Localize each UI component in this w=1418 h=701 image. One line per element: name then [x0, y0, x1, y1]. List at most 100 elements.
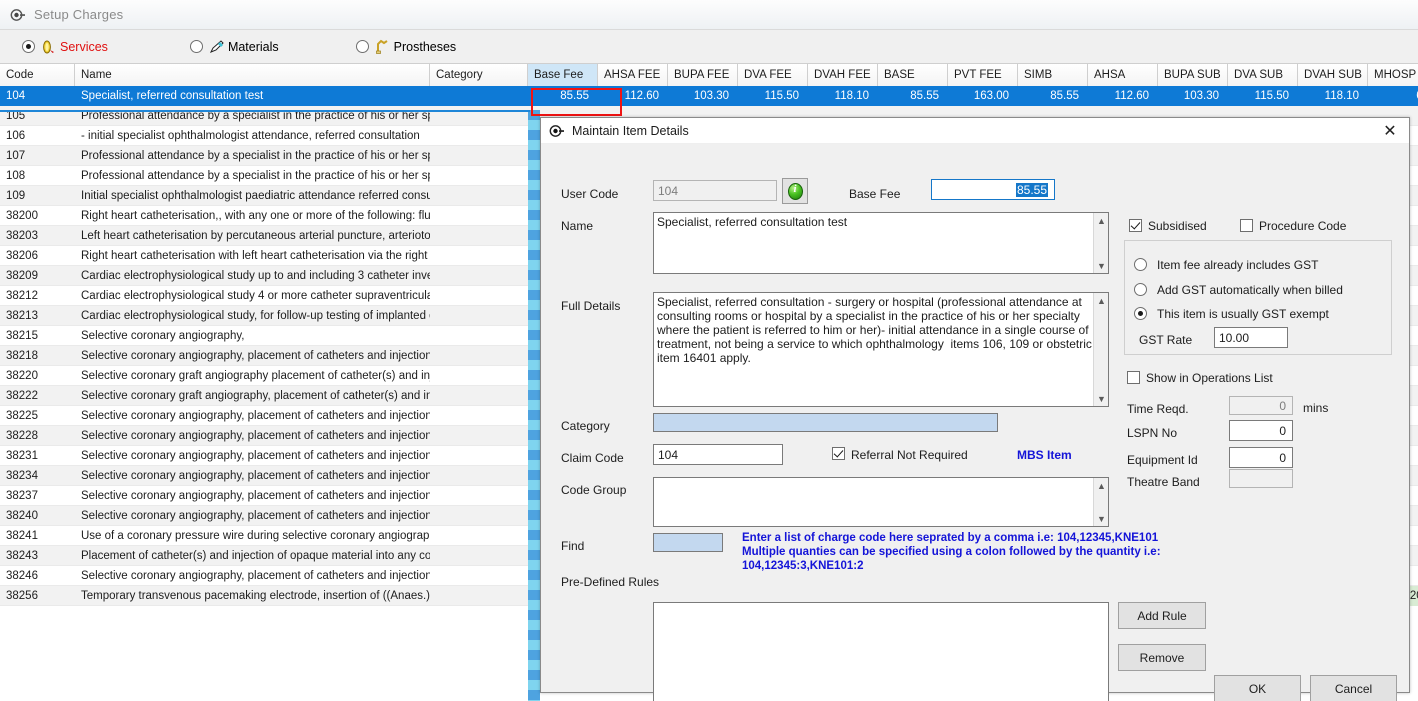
cell-ahsa-fee: 112.60	[624, 90, 659, 102]
scroll-up-icon[interactable]: ▲	[1094, 478, 1108, 493]
table-row[interactable]: 104 Specialist, referred consultation tes…	[0, 86, 1418, 106]
radio-services-label: Services	[60, 39, 108, 54]
scroll-up-icon[interactable]: ▲	[1094, 293, 1108, 308]
claim-code-input[interactable]: 104	[653, 444, 783, 465]
info-button[interactable]	[782, 178, 808, 204]
grid-header-category[interactable]: Category	[430, 64, 528, 86]
radio-materials[interactable]: Materials	[189, 30, 279, 63]
subsidised-checkbox[interactable]	[1129, 219, 1142, 232]
grid-header-dva-sub[interactable]: DVA SUB	[1228, 64, 1298, 86]
cancel-button[interactable]: Cancel	[1310, 675, 1397, 701]
full-details-textarea[interactable]: Specialist, referred consultation - surg…	[653, 292, 1109, 407]
name-textarea[interactable]: Specialist, referred consultation test ▲…	[653, 212, 1109, 274]
gst-rate-label: GST Rate	[1139, 333, 1193, 347]
name-scrollbar[interactable]: ▲ ▼	[1093, 213, 1108, 273]
gst-option-add-radio[interactable]	[1134, 283, 1147, 296]
show-in-operations-list-checkbox[interactable]	[1127, 371, 1140, 384]
radio-prostheses[interactable]: Prostheses	[355, 30, 457, 63]
time-reqd-input[interactable]: 0	[1229, 396, 1293, 415]
cell-category	[430, 306, 528, 326]
find-label: Find	[561, 539, 585, 553]
cell-name: Selective coronary angiography, placemen…	[81, 490, 430, 502]
code-group-scrollbar[interactable]: ▲ ▼	[1093, 478, 1108, 526]
radio-materials-control[interactable]	[189, 40, 203, 53]
radio-services[interactable]: Services	[22, 30, 108, 63]
cell-category	[430, 566, 528, 586]
grid-header-ahsa-fee[interactable]: AHSA FEE	[598, 64, 668, 86]
cell-name: Selective coronary graft angiography, pl…	[81, 390, 430, 402]
equipment-id-input[interactable]: 0	[1229, 447, 1293, 468]
cell-category	[430, 386, 528, 406]
gst-rate-input[interactable]: 10.00	[1214, 327, 1288, 348]
category-input[interactable]	[653, 413, 998, 432]
cell-base: 85.55	[910, 90, 939, 102]
grid-header-ahsa[interactable]: AHSA	[1088, 64, 1158, 86]
cell-dva-fee: 115.50	[764, 90, 799, 102]
cell-code: 38228	[6, 430, 38, 442]
equipment-id-label: Equipment Id	[1127, 453, 1198, 467]
radio-prostheses-control[interactable]	[355, 40, 369, 53]
cell-name: Selective coronary angiography, placemen…	[81, 430, 430, 442]
user-code-input[interactable]: 104	[653, 180, 777, 201]
radio-prostheses-label: Prostheses	[393, 39, 457, 54]
gst-option-add-label: Add GST automatically when billed	[1157, 283, 1343, 297]
cell-dvah-fee: 118.10	[834, 90, 869, 102]
referral-not-required-checkbox[interactable]	[832, 447, 845, 460]
cell-code: 38237	[6, 490, 38, 502]
scroll-down-icon[interactable]: ▼	[1094, 258, 1108, 273]
cell-category	[430, 526, 528, 546]
radio-materials-label: Materials	[227, 39, 279, 54]
coins-icon	[39, 39, 59, 55]
procedure-code-checkbox[interactable]	[1240, 219, 1253, 232]
grid-header-dvah-fee[interactable]: DVAH FEE	[808, 64, 878, 86]
grid-header-pvt-fee[interactable]: PVT FEE	[948, 64, 1018, 86]
gst-option-includes-radio[interactable]	[1134, 258, 1147, 271]
lspn-no-label: LSPN No	[1127, 426, 1178, 440]
setup-charges-window: Setup Charges Services Materials Prosthe…	[0, 0, 1418, 701]
scroll-down-icon[interactable]: ▼	[1094, 511, 1108, 526]
cell-code: 108	[6, 170, 26, 182]
cell-category	[430, 466, 528, 486]
ok-button[interactable]: OK	[1214, 675, 1301, 701]
time-reqd-unit: mins	[1303, 401, 1329, 415]
cell-category	[430, 166, 528, 186]
grid-header-simb[interactable]: SIMB	[1018, 64, 1088, 86]
grid-header-base[interactable]: BASE	[878, 64, 948, 86]
grid-header-bupa-sub[interactable]: BUPA SUB	[1158, 64, 1228, 86]
grid-header-dva-fee[interactable]: DVA FEE	[738, 64, 808, 86]
grid-header-dvah-sub[interactable]: DVAH SUB	[1298, 64, 1368, 86]
cell-dva-sub: 115.50	[1228, 86, 1298, 106]
name-label: Name	[561, 219, 594, 233]
base-fee-input[interactable]: 85.55	[931, 179, 1055, 200]
scroll-up-icon[interactable]: ▲	[1094, 213, 1108, 228]
theatre-band-input[interactable]	[1229, 469, 1293, 488]
cell-category	[430, 326, 528, 346]
cell-bupa-fee: 103.30	[693, 90, 729, 102]
mbs-item-link[interactable]: MBS Item	[1017, 448, 1072, 462]
grid-header-code[interactable]: Code	[0, 64, 75, 86]
grid-header-bupa-fee[interactable]: BUPA FEE	[668, 64, 738, 86]
gst-option-exempt-radio[interactable]	[1134, 307, 1147, 320]
cell-code: 38220	[6, 370, 38, 382]
target-icon	[549, 123, 565, 139]
window-titlebar: Setup Charges	[0, 0, 1418, 30]
pre-defined-rules-textarea[interactable]	[653, 602, 1109, 701]
gst-option-includes-label: Item fee already includes GST	[1157, 258, 1319, 272]
user-code-label: User Code	[561, 187, 619, 201]
add-rule-button[interactable]: Add Rule	[1118, 602, 1206, 629]
remove-button[interactable]: Remove	[1118, 644, 1206, 671]
lspn-no-input[interactable]: 0	[1229, 420, 1293, 441]
full-details-scrollbar[interactable]: ▲ ▼	[1093, 293, 1108, 406]
cell-name: Selective coronary graft angiography pla…	[81, 370, 430, 382]
grid-header-mhosp[interactable]: MHOSP	[1368, 64, 1418, 86]
scroll-down-icon[interactable]: ▼	[1094, 391, 1108, 406]
code-group-textarea[interactable]: ▲ ▼	[653, 477, 1109, 527]
close-icon[interactable]: ✕	[1377, 120, 1403, 142]
cell-category	[430, 446, 528, 466]
grid-header-base-fee[interactable]: Base Fee	[528, 64, 598, 86]
cell-name: Temporary transvenous pacemaking electro…	[81, 590, 430, 602]
grid-header-name[interactable]: Name	[75, 64, 430, 86]
gst-option-exempt-label: This item is usually GST exempt	[1157, 307, 1329, 321]
radio-services-control[interactable]	[22, 40, 35, 53]
find-input[interactable]	[653, 533, 723, 552]
